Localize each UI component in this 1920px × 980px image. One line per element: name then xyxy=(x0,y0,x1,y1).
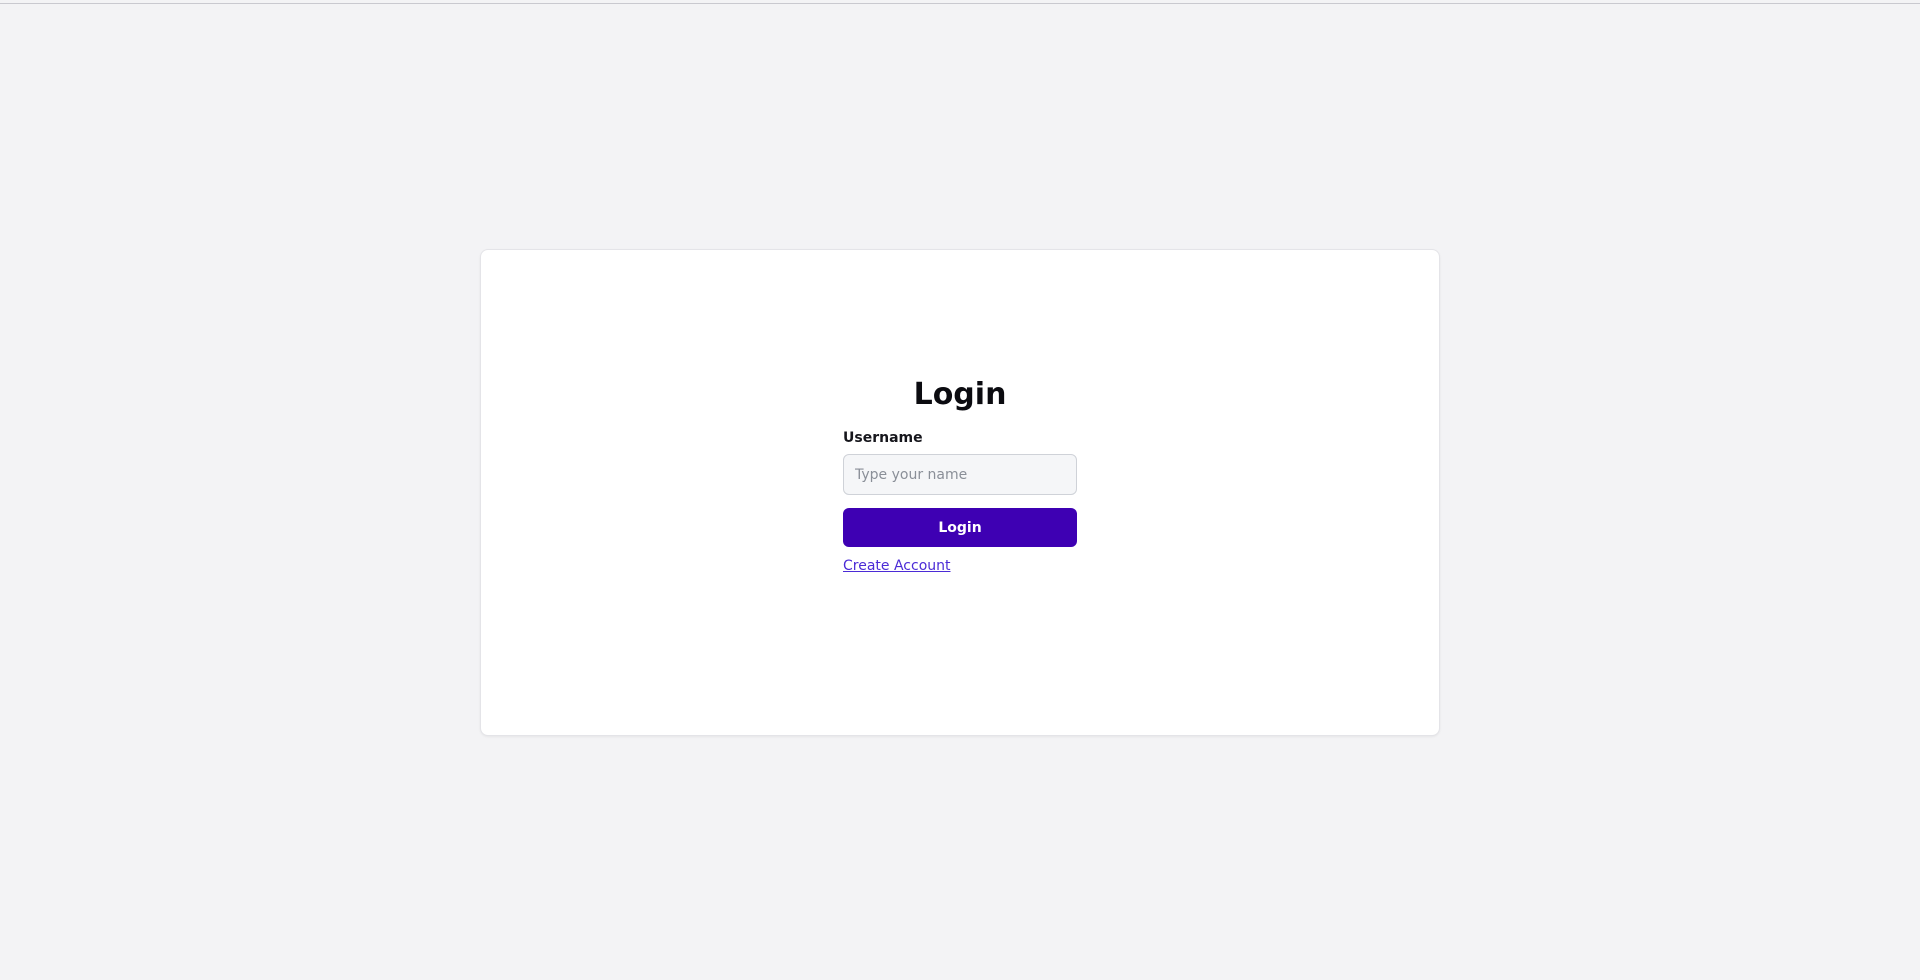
username-label: Username xyxy=(843,430,923,446)
top-divider xyxy=(0,3,1920,4)
page-title: Login xyxy=(913,377,1007,412)
username-input[interactable] xyxy=(843,454,1077,495)
login-form: Login Username Login Create Account xyxy=(843,377,1077,575)
login-card: Login Username Login Create Account xyxy=(480,249,1440,736)
login-button[interactable]: Login xyxy=(843,508,1077,547)
create-account-link[interactable]: Create Account xyxy=(843,557,951,575)
